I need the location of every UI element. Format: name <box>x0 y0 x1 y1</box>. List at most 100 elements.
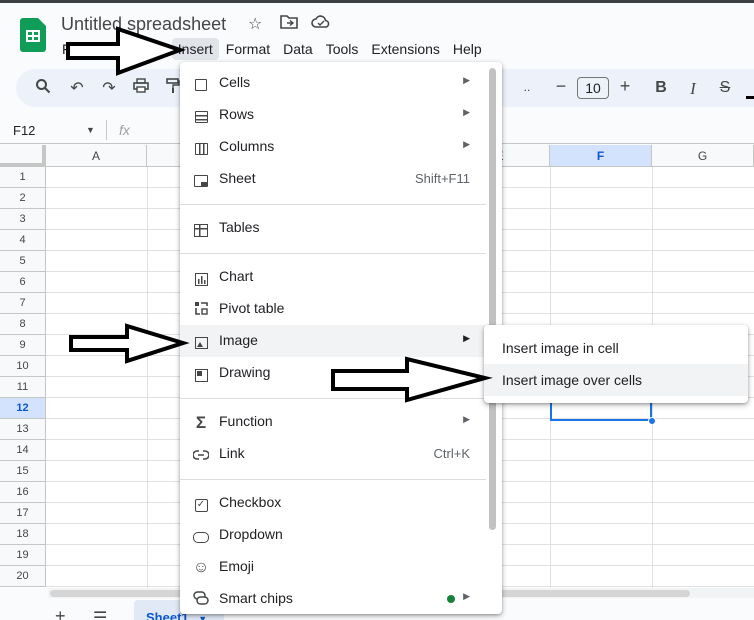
menu-data[interactable]: Data <box>277 38 319 60</box>
menu-item-chart[interactable]: Chart <box>180 261 490 293</box>
submenu-arrow-icon: ▶ <box>463 333 470 343</box>
select-all-corner[interactable] <box>0 145 46 167</box>
tables-icon <box>192 220 210 238</box>
emoji-icon: ☺ <box>192 559 210 576</box>
sheets-logo-icon[interactable] <box>20 18 46 52</box>
function-icon: Σ <box>195 413 207 432</box>
submenu-arrow-icon: ▶ <box>463 591 470 601</box>
menu-item-dropdown[interactable]: Dropdown <box>180 519 490 551</box>
column-header-g[interactable]: G <box>652 145 754 167</box>
name-box[interactable]: F12 <box>13 123 35 138</box>
row-header-7[interactable]: 7 <box>0 293 46 314</box>
menu-item-rows[interactable]: Rows ▶ <box>180 99 490 131</box>
menu-item-smart-chips[interactable]: Smart chips ▶ <box>180 583 490 615</box>
drawing-icon <box>192 365 210 383</box>
dropdown-icon <box>192 527 210 545</box>
row-header-6[interactable]: 6 <box>0 272 46 293</box>
strikethrough-button[interactable]: S <box>715 79 735 97</box>
annotation-arrow-insert-menu <box>66 26 186 76</box>
spreadsheet-app: Untitled spreadsheet ☆ File Edit View In… <box>0 0 754 620</box>
link-icon <box>192 446 210 464</box>
fx-icon: fx <box>119 122 130 138</box>
submenu-item-insert-image-over-cells[interactable]: Insert image over cells <box>484 364 748 396</box>
menu-divider <box>180 253 486 254</box>
row-header-16[interactable]: 16 <box>0 482 46 503</box>
bold-button[interactable]: B <box>651 79 671 97</box>
row-header-14[interactable]: 14 <box>0 440 46 461</box>
annotation-arrow-insert-image-over-cells <box>331 356 493 403</box>
menu-item-checkbox[interactable]: ✓ Checkbox <box>180 487 490 519</box>
menu-item-tables[interactable]: Tables <box>180 212 490 244</box>
menu-item-image[interactable]: Image ▶ <box>180 325 490 357</box>
row-header-3[interactable]: 3 <box>0 209 46 230</box>
italic-button[interactable]: I <box>683 79 703 99</box>
column-header-f[interactable]: F <box>550 145 652 167</box>
menu-extensions[interactable]: Extensions <box>365 38 445 60</box>
cloud-status-icon[interactable] <box>311 14 331 35</box>
smart-chips-icon <box>192 591 210 609</box>
star-icon[interactable]: ☆ <box>248 14 262 34</box>
cells-icon <box>192 75 210 93</box>
grid-column-line <box>147 167 148 588</box>
menu-item-columns[interactable]: Columns ▶ <box>180 131 490 163</box>
row-header-9[interactable]: 9 <box>0 335 46 356</box>
menu-scrollbar[interactable] <box>489 68 496 530</box>
menu-help[interactable]: Help <box>447 38 488 60</box>
checkbox-icon: ✓ <box>192 495 210 513</box>
new-feature-dot <box>447 595 455 603</box>
annotation-arrow-image-item <box>69 323 190 364</box>
submenu-arrow-icon: ▶ <box>463 107 470 117</box>
row-header-1[interactable]: 1 <box>0 167 46 188</box>
font-size-input[interactable]: 10 <box>577 77 609 99</box>
row-header-10[interactable]: 10 <box>0 356 46 377</box>
text-color-bar[interactable] <box>746 96 754 99</box>
menu-item-sheet[interactable]: Sheet Shift+F11 <box>180 163 490 195</box>
menu-tools[interactable]: Tools <box>320 38 365 60</box>
row-header-5[interactable]: 5 <box>0 251 46 272</box>
submenu-arrow-icon: ▶ <box>463 75 470 85</box>
menu-item-cells[interactable]: Cells ▶ <box>180 67 490 99</box>
row-header-20[interactable]: 20 <box>0 566 46 587</box>
sheet-icon <box>192 171 210 189</box>
columns-icon <box>192 139 210 157</box>
submenu-arrow-icon: ▶ <box>463 139 470 149</box>
row-header-17[interactable]: 17 <box>0 503 46 524</box>
fill-handle[interactable] <box>648 417 656 425</box>
row-header-2[interactable]: 2 <box>0 188 46 209</box>
chart-icon <box>192 269 210 287</box>
decrease-font-size-icon[interactable]: − <box>551 76 571 97</box>
column-header-a[interactable]: A <box>46 145 147 167</box>
row-header-8[interactable]: 8 <box>0 314 46 335</box>
search-menus-icon[interactable] <box>33 78 53 99</box>
row-header-11[interactable]: 11 <box>0 377 46 398</box>
row-header-12[interactable]: 12 <box>0 398 46 419</box>
row-header-18[interactable]: 18 <box>0 524 46 545</box>
formula-bar-divider <box>106 120 107 140</box>
menu-item-link[interactable]: Link Ctrl+K <box>180 438 490 470</box>
rows-icon <box>192 107 210 125</box>
menu-divider <box>180 204 486 205</box>
row-header-19[interactable]: 19 <box>0 545 46 566</box>
row-header-4[interactable]: 4 <box>0 230 46 251</box>
add-sheet-icon[interactable]: + <box>55 606 66 620</box>
print-icon[interactable] <box>131 78 151 98</box>
undo-icon[interactable]: ↶ <box>67 78 87 98</box>
menu-format[interactable]: Format <box>220 38 276 60</box>
image-icon <box>192 333 210 351</box>
submenu-item-insert-image-in-cell[interactable]: Insert image in cell <box>484 332 748 364</box>
row-header-15[interactable]: 15 <box>0 461 46 482</box>
row-header-13[interactable]: 13 <box>0 419 46 440</box>
increase-font-size-icon[interactable]: + <box>615 76 635 97</box>
menu-item-pivot-table[interactable]: Pivot table <box>180 293 490 325</box>
redo-icon[interactable]: ↷ <box>99 78 119 98</box>
all-sheets-icon[interactable]: ☰ <box>93 608 107 620</box>
move-folder-icon[interactable] <box>280 14 298 35</box>
submenu-arrow-icon: ▶ <box>463 414 470 424</box>
menu-item-function[interactable]: Σ Function ▶ <box>180 406 490 438</box>
menu-divider <box>180 479 486 480</box>
window-top-border <box>0 0 754 3</box>
pivot-table-icon <box>192 301 210 319</box>
zoom-dropdown[interactable]: .. <box>517 80 537 94</box>
menu-item-emoji[interactable]: ☺ Emoji <box>180 551 490 583</box>
name-box-dropdown-icon[interactable]: ▼ <box>86 125 95 135</box>
